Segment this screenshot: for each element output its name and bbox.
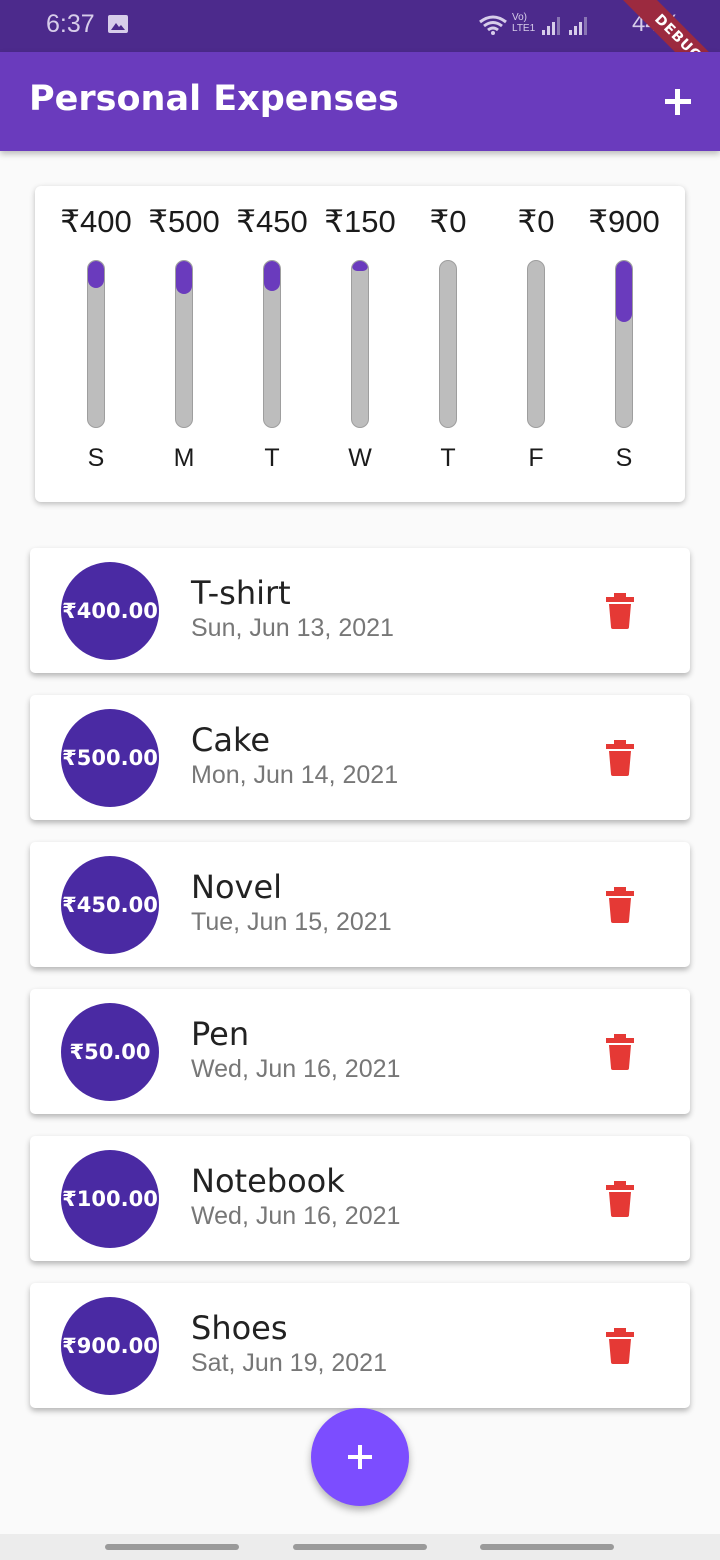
transaction-date: Wed, Jun 16, 2021 <box>191 1055 401 1083</box>
bar-day-label: W <box>348 444 372 472</box>
bar-fill <box>88 261 104 288</box>
bar-day-label: T <box>264 444 280 472</box>
bar-track <box>439 260 457 428</box>
nav-recents[interactable] <box>105 1544 239 1550</box>
bar-amount-label: ₹400 <box>60 204 132 239</box>
bar-fill <box>352 261 368 271</box>
chart-bar: ₹400 S <box>52 186 140 502</box>
delete-icon[interactable] <box>604 1034 636 1070</box>
transaction-title: Cake <box>191 721 271 759</box>
amount-avatar: ₹100.00 <box>61 1150 159 1248</box>
status-time: 6:37 <box>46 10 95 38</box>
bar-amount-label: ₹500 <box>148 204 220 239</box>
transaction-date: Wed, Jun 16, 2021 <box>191 1202 401 1230</box>
chart-bar: ₹500 M <box>140 186 228 502</box>
chart-bar: ₹0 T <box>404 186 492 502</box>
delete-icon[interactable] <box>604 740 636 776</box>
delete-icon[interactable] <box>604 887 636 923</box>
transaction-title: Notebook <box>191 1162 345 1200</box>
plus-icon <box>348 1445 372 1469</box>
amount-avatar: ₹400.00 <box>61 562 159 660</box>
amount-avatar: ₹900.00 <box>61 1297 159 1395</box>
bar-track <box>87 260 105 428</box>
bar-fill <box>176 261 192 295</box>
transaction-card: ₹450.00 Novel Tue, Jun 15, 2021 <box>30 842 690 967</box>
weekly-chart: ₹400 S ₹500 M ₹450 T ₹150 W ₹0 T ₹0 F ₹900 S <box>35 186 685 502</box>
transaction-date: Sat, Jun 19, 2021 <box>191 1349 387 1377</box>
system-nav-bar <box>0 1534 720 1560</box>
nav-back[interactable] <box>480 1544 614 1550</box>
bar-amount-label: ₹150 <box>324 204 396 239</box>
delete-icon[interactable] <box>604 593 636 629</box>
delete-icon[interactable] <box>604 1181 636 1217</box>
transaction-title: Shoes <box>191 1309 288 1347</box>
bar-day-label: S <box>87 444 105 472</box>
bar-fill <box>616 261 632 323</box>
bar-amount-label: ₹0 <box>429 204 467 239</box>
chart-bar: ₹900 S <box>580 186 668 502</box>
transaction-card: ₹900.00 Shoes Sat, Jun 19, 2021 <box>30 1283 690 1408</box>
bar-track <box>175 260 193 428</box>
nav-home[interactable] <box>293 1544 427 1550</box>
bar-day-label: S <box>615 444 633 472</box>
chart-bar: ₹0 F <box>492 186 580 502</box>
transaction-title: Pen <box>191 1015 250 1053</box>
bar-track <box>615 260 633 428</box>
transaction-card: ₹50.00 Pen Wed, Jun 16, 2021 <box>30 989 690 1114</box>
transaction-card: ₹100.00 Notebook Wed, Jun 16, 2021 <box>30 1136 690 1261</box>
gallery-icon <box>108 15 128 33</box>
delete-icon[interactable] <box>604 1328 636 1364</box>
chart-bar: ₹150 W <box>316 186 404 502</box>
amount-avatar: ₹50.00 <box>61 1003 159 1101</box>
transaction-card: ₹400.00 T-shirt Sun, Jun 13, 2021 <box>30 548 690 673</box>
bar-day-label: T <box>440 444 456 472</box>
amount-avatar: ₹500.00 <box>61 709 159 807</box>
add-transaction-button[interactable] <box>311 1408 409 1506</box>
transaction-title: T-shirt <box>191 574 291 612</box>
transaction-title: Novel <box>191 868 283 906</box>
signal-icon <box>542 17 560 35</box>
bar-amount-label: ₹900 <box>588 204 660 239</box>
app-bar: Personal Expenses <box>0 52 720 151</box>
bar-day-label: M <box>173 444 195 472</box>
lte-indicator: Vo) LTE1 <box>512 12 536 34</box>
transaction-card: ₹500.00 Cake Mon, Jun 14, 2021 <box>30 695 690 820</box>
page-title: Personal Expenses <box>29 79 399 119</box>
bar-fill <box>264 261 280 291</box>
plus-icon[interactable] <box>656 80 700 124</box>
amount-avatar: ₹450.00 <box>61 856 159 954</box>
bar-track <box>527 260 545 428</box>
bar-amount-label: ₹450 <box>236 204 308 239</box>
bar-amount-label: ₹0 <box>517 204 555 239</box>
transaction-date: Tue, Jun 15, 2021 <box>191 908 392 936</box>
transaction-date: Mon, Jun 14, 2021 <box>191 761 399 789</box>
status-bar: 6:37 Vo)LTE1 44% <box>0 0 720 52</box>
bar-day-label: F <box>528 444 544 472</box>
bar-track <box>263 260 281 428</box>
bar-track <box>351 260 369 428</box>
wifi-icon <box>479 15 507 35</box>
signal-icon-2 <box>569 17 587 35</box>
transaction-date: Sun, Jun 13, 2021 <box>191 614 394 642</box>
chart-bar: ₹450 T <box>228 186 316 502</box>
